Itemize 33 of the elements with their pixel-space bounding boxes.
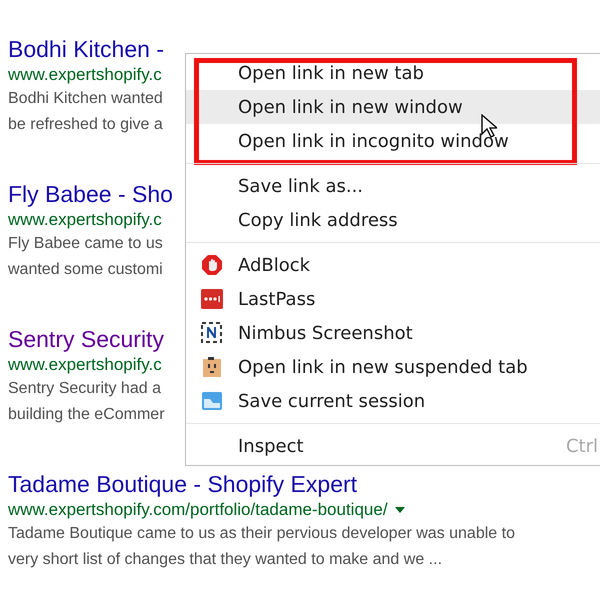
result-title-link[interactable]: Bodhi Kitchen - [8,34,164,64]
menu-item[interactable]: AdBlock [186,248,600,282]
result-url: www.expertshopify.c [8,64,162,86]
result-url: www.expertshopify.c [8,209,162,231]
menu-item[interactable]: Open link in new window [186,90,600,124]
menu-item[interactable]: Inspect Ctrl [186,429,600,463]
result-url: www.expertshopify.com/portfolio/tadame-boutique/ [8,499,388,521]
result-snippet: Bodhi Kitchen wanted [8,89,163,109]
result-title-link[interactable]: Tadame Boutique - Shopify Expert [8,469,358,499]
menu-item[interactable]: Nimbus Screenshot [186,316,600,350]
menu-item[interactable]: Open link in incognito window [186,124,600,158]
result-snippet: wanted some customi [8,260,163,280]
result-snippet: building the eCommer [8,405,165,425]
password-dots-icon [201,288,223,310]
result-snippet: Tadame Boutique came to us as their pervious developer was unable to [8,524,515,544]
result-snippet: be refreshed to give a [8,115,163,135]
result-title-link[interactable]: Sentry Security [8,324,164,354]
menu-item[interactable]: Open link in new tab [186,56,600,90]
result-snippet: Sentry Security had a [8,379,161,399]
result-url: www.expertshopify.c [8,354,162,376]
face-icon [201,356,223,378]
dropdown-caret-icon[interactable] [394,507,405,513]
result-title-link[interactable]: Fly Babee - Sho [8,179,173,209]
stop-hand-icon [201,254,223,276]
menu-item[interactable]: Copy link address [186,203,600,237]
screenshot-n-icon [201,322,223,344]
window-icon [201,390,223,412]
menu-item[interactable]: Open link in new suspended tab [186,350,600,384]
menu-item[interactable]: Save current session [186,384,600,418]
menu-item[interactable]: Save link as... [186,169,600,203]
menu-item[interactable]: LastPass [186,282,600,316]
result-snippet: very short list of changes that they wanted to make and we ... [8,550,442,570]
result-snippet: Fly Babee came to us [8,234,163,254]
